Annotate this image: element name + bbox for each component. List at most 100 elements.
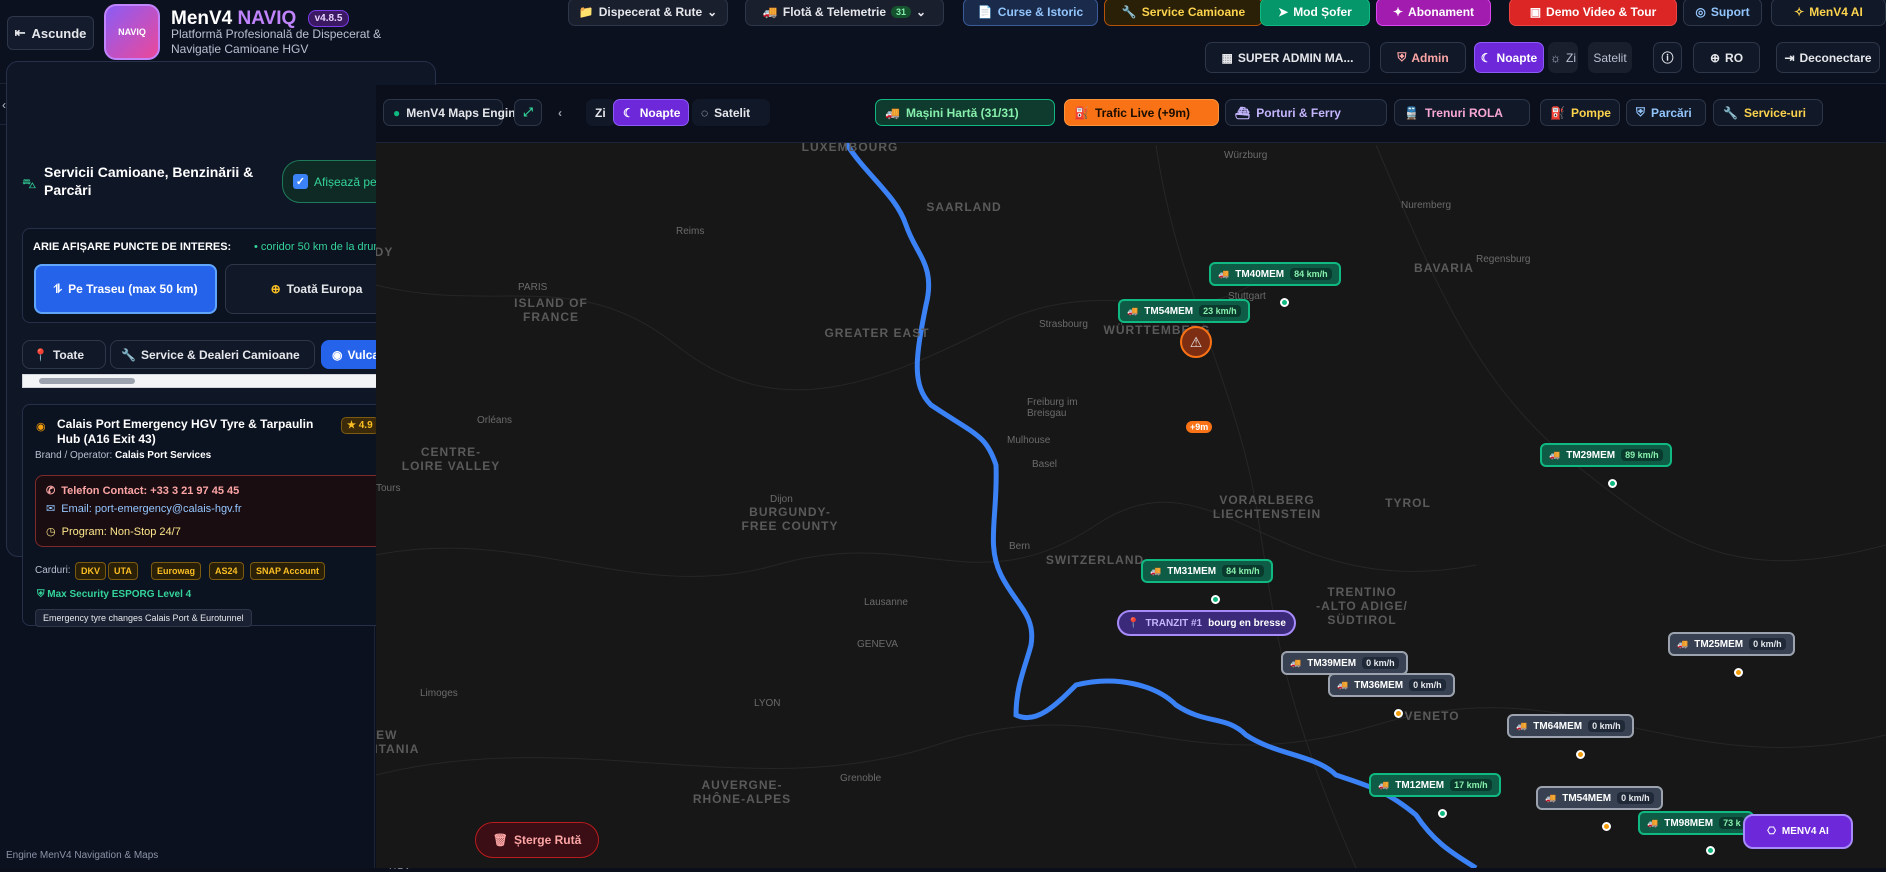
- map-ports[interactable]: ⛴ Porturi & Ferry: [1225, 99, 1387, 126]
- poi-operator: Brand / Operator: Calais Port Services: [35, 450, 212, 461]
- map-region-label: GREATER EAST: [824, 326, 930, 340]
- phone-icon: ✆: [46, 485, 56, 497]
- ai-assistant-button[interactable]: ⎔ MENV4 AI: [1743, 814, 1853, 849]
- truck-icon: 🚚: [1647, 817, 1659, 828]
- route-icon: ⥮: [53, 281, 63, 296]
- truck-id: TM40MEM: [1235, 268, 1285, 280]
- nav-support-label: Suport: [1710, 5, 1750, 19]
- truck-marker[interactable]: 🚚 TM12MEM 17 km/h: [1369, 773, 1501, 797]
- card-pill: UTA: [108, 562, 138, 580]
- nav-trips-label: Curse & Istoric: [997, 5, 1084, 19]
- on-route-button[interactable]: ⥮ Pe Traseu (max 50 km): [34, 264, 217, 314]
- nav-support[interactable]: ◎ Suport: [1683, 0, 1762, 26]
- map-day[interactable]: Zi: [586, 99, 616, 126]
- email-row[interactable]: ✉ Email: port-emergency@calais-hgv.fr: [46, 502, 242, 516]
- nav-super-admin[interactable]: ▦ SUPER ADMIN MA...: [1205, 42, 1370, 73]
- traffic-incident-icon[interactable]: ⚠: [1180, 326, 1212, 358]
- nav-info-icon: ⓘ: [1661, 51, 1674, 65]
- nav-trips[interactable]: 📄 Curse & Istoric: [963, 0, 1098, 26]
- nav-logout[interactable]: ⇥ Deconectare: [1776, 42, 1880, 73]
- poi-description: Emergency tyre changes Calais Port & Eur…: [35, 609, 252, 627]
- map-region-label: SWITZERLAND: [1045, 553, 1145, 567]
- poi-name[interactable]: Calais Port Emergency HGV Tyre & Tarpaul…: [57, 417, 332, 447]
- tyre-icon: ◉: [332, 347, 343, 362]
- map-night[interactable]: ☾ Noapte: [613, 99, 689, 126]
- phone-row[interactable]: ✆ Telefon Contact: +33 3 21 97 45 45: [46, 484, 239, 498]
- filter-all[interactable]: 📍 Toate: [22, 340, 106, 369]
- truck-icon: 🚚: [1127, 305, 1139, 316]
- filter-service-dealers[interactable]: 🔧 Service & Dealeri Camioane: [110, 340, 315, 369]
- map-city-label: GENEVA: [857, 639, 898, 650]
- map-parking[interactable]: ⛨ Parcări: [1626, 99, 1706, 126]
- map-traffic-icon: ⛽: [1074, 105, 1089, 120]
- nav-admin[interactable]: ⛨ Admin: [1380, 42, 1466, 73]
- hide-button[interactable]: ⇤ Ascunde: [7, 16, 94, 50]
- map-city-label: Nuremberg: [1401, 200, 1452, 211]
- expand-icon[interactable]: ⤢: [514, 99, 542, 126]
- map-parking-label: Parcări: [1651, 105, 1692, 120]
- truck-marker[interactable]: 🚚 TM40MEM 84 km/h: [1209, 262, 1341, 286]
- truck-id: TM54MEM: [1562, 792, 1612, 804]
- theme-satellite-label: Satelit: [1593, 50, 1627, 65]
- truck-marker[interactable]: 🚚 TM25MEM 0 km/h: [1668, 632, 1795, 656]
- nav-demo[interactable]: ▣ Demo Video & Tour: [1509, 0, 1677, 26]
- nav-truck-service[interactable]: 🔧 Service Camioane: [1104, 0, 1263, 26]
- map-region-label: VORARLBERG LIECHTENSTEIN: [1212, 493, 1322, 521]
- checkbox-checked-icon[interactable]: ✓: [293, 174, 308, 189]
- transit-marker[interactable]: 📍 TRANZIT #1 bourg en bresse: [1117, 610, 1296, 636]
- theme-day-icon: ☼: [1550, 50, 1561, 65]
- filters-scrollbar[interactable]: [22, 374, 419, 388]
- truck-marker[interactable]: 🚚 TM54MEM 0 km/h: [1536, 786, 1663, 810]
- map-trains-label: Trenuri ROLA: [1424, 105, 1503, 120]
- theme-satellite[interactable]: Satelit: [1588, 42, 1632, 73]
- theme-day[interactable]: ☼ Zi: [1548, 42, 1578, 73]
- map-traffic[interactable]: ⛽ Trafic Live (+9m): [1064, 99, 1219, 126]
- truck-icon: 🚚: [1218, 268, 1230, 279]
- map-trains[interactable]: 🚆 Trenuri ROLA: [1394, 99, 1530, 126]
- map-services[interactable]: 🔧 Service-uri: [1713, 99, 1823, 126]
- services-title: Servicii Camioane, Benzinării & Parcări: [44, 164, 254, 198]
- mail-icon: ✉: [46, 503, 56, 515]
- map-city-label: Grenoble: [840, 773, 882, 784]
- nav-trips-icon: 📄: [977, 5, 993, 19]
- truck-speed: 17 km/h: [1450, 779, 1492, 791]
- nav-subscription[interactable]: ✦ Abonament: [1376, 0, 1491, 26]
- map-satellite[interactable]: ◌ Satelit: [692, 99, 770, 126]
- map-engine[interactable]: ● MenV4 Maps Engine: [383, 99, 522, 126]
- map-services-label: Service-uri: [1743, 105, 1806, 120]
- map-pumps[interactable]: ⛽ Pompe: [1540, 99, 1620, 126]
- shield-icon: ⛨: [37, 589, 45, 600]
- nav-super-admin-label: SUPER ADMIN MA...: [1237, 50, 1354, 65]
- truck-marker[interactable]: 🚚 TM64MEM 0 km/h: [1507, 714, 1634, 738]
- map-pumps-label: Pompe: [1570, 105, 1611, 120]
- truck-id: TM98MEM: [1664, 817, 1714, 829]
- nav-ai[interactable]: ✧ MenV4 AI: [1771, 0, 1886, 26]
- truck-marker[interactable]: 🚚 TM98MEM 73 k: [1638, 811, 1754, 835]
- nav-fleet[interactable]: 🚚 Flotă & Telemetrie 31 ⌄: [745, 0, 944, 26]
- map-city-label: Orléans: [477, 415, 513, 426]
- truck-marker[interactable]: 🚚 TM39MEM 0 km/h: [1281, 651, 1408, 675]
- nav-dispatch[interactable]: 📁 Dispecerat & Rute ⌄: [568, 0, 728, 26]
- truck-marker[interactable]: 🚚 TM54MEM 23 km/h: [1118, 299, 1250, 323]
- theme-night[interactable]: ☾ Noapte: [1474, 42, 1544, 73]
- truck-marker[interactable]: 🚚 TM29MEM 89 km/h: [1540, 443, 1672, 467]
- map-trucks-label: Mașini Hartă (31/31): [905, 105, 1019, 120]
- nav-info[interactable]: ⓘ: [1653, 42, 1682, 73]
- truck-marker[interactable]: 🚚 TM36MEM 0 km/h: [1328, 673, 1455, 697]
- nav-language[interactable]: ⊕ RO: [1693, 42, 1760, 73]
- map-bar-prev-icon[interactable]: ‹: [549, 99, 571, 126]
- nav-language-icon: ⊕: [1709, 50, 1721, 65]
- map-trucks[interactable]: 🚚 Mașini Hartă (31/31): [875, 99, 1055, 126]
- truck-position-dot: [1706, 846, 1715, 855]
- scroll-thumb[interactable]: [39, 378, 135, 384]
- area-label: ARIE AFIȘARE PUNCTE DE INTERES:: [33, 241, 232, 253]
- truck-position-dot: [1438, 809, 1447, 818]
- truck-speed: 73 k: [1719, 817, 1745, 829]
- delete-route-button[interactable]: 🗑 Șterge Rută: [475, 822, 599, 858]
- nav-driver-mode[interactable]: ➤ Mod Șofer: [1260, 0, 1370, 26]
- map-view[interactable]: LUXEMBOURGSAARLANDNORMANDYISLAND OF FRAN…: [376, 85, 1886, 868]
- nav-demo-icon: ▣: [1529, 5, 1542, 19]
- truck-marker[interactable]: 🚚 TM31MEM 84 km/h: [1141, 559, 1273, 583]
- map-region-label: NEW AQUITANIA: [376, 728, 420, 756]
- map-city-label: Strasbourg: [1039, 319, 1088, 330]
